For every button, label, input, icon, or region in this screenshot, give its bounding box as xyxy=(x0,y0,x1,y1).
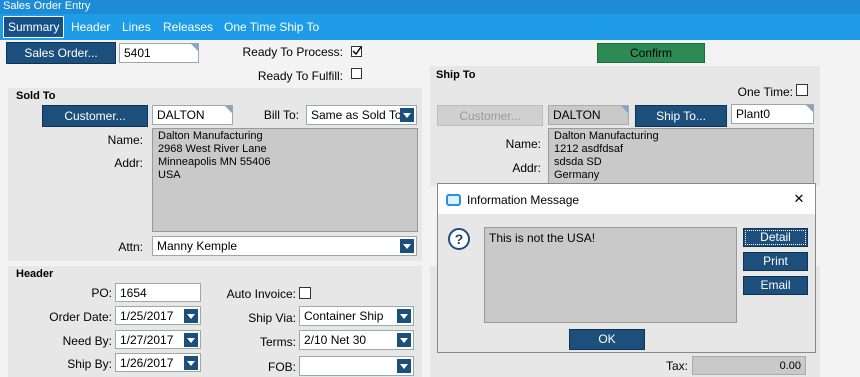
terms-select[interactable]: 2/10 Net 30 xyxy=(299,330,414,350)
ready-to-process-label: Ready To Process: xyxy=(242,45,344,59)
attn-select[interactable]: Manny Kemple xyxy=(152,236,417,256)
chevron-down-icon xyxy=(400,108,414,122)
ship-by-label: Ship By: xyxy=(67,357,112,371)
need-by-value: 1/27/2017 xyxy=(120,333,174,347)
po-label: PO: xyxy=(91,286,112,300)
ship-to-customer-button[interactable]: Customer... xyxy=(437,105,543,126)
ready-to-fulfill-label: Ready To Fulfill: xyxy=(257,69,343,83)
dialog-message: This is not the USA! xyxy=(484,227,737,323)
close-icon[interactable]: ✕ xyxy=(790,189,808,209)
attn-value: Manny Kemple xyxy=(157,239,238,253)
tab-releases[interactable]: Releases xyxy=(163,17,213,38)
ship-via-label: Ship Via: xyxy=(248,311,296,325)
dialog-title: Information Message xyxy=(467,193,580,207)
chevron-down-icon xyxy=(184,356,198,370)
po-input[interactable]: 1654 xyxy=(115,283,201,302)
detail-button[interactable]: Detail xyxy=(743,228,808,247)
need-by-select[interactable]: 1/27/2017 xyxy=(115,330,201,349)
information-dialog: Information Message ✕ ? This is not the … xyxy=(437,183,816,353)
checkmark-icon xyxy=(352,46,362,56)
auto-invoice-label: Auto Invoice: xyxy=(226,287,296,301)
bill-to-select[interactable]: Same as Sold To xyxy=(306,105,417,125)
sold-to-address-text[interactable]: Dalton Manufacturing 2968 West River Lan… xyxy=(152,128,418,232)
ship-to-address-text[interactable]: Dalton Manufacturing 1212 asdfdsaf sdsda… xyxy=(548,128,814,184)
sales-order-button[interactable]: Sales Order... xyxy=(6,42,116,64)
bill-to-label: Bill To: xyxy=(263,108,299,122)
print-button[interactable]: Print xyxy=(743,252,808,271)
question-icon: ? xyxy=(448,228,470,250)
ready-to-process-checkbox[interactable] xyxy=(351,46,362,57)
sales-order-input[interactable]: 5401 xyxy=(119,43,199,63)
ok-button[interactable]: OK xyxy=(569,329,645,350)
sold-to-addr-label: Addr: xyxy=(114,156,143,170)
attn-label: Attn: xyxy=(118,240,143,254)
terms-value: 2/10 Net 30 xyxy=(304,333,367,347)
ship-by-value: 1/26/2017 xyxy=(120,356,174,370)
order-date-label: Order Date: xyxy=(49,310,112,324)
confirm-button[interactable]: Confirm xyxy=(597,43,705,63)
sold-to-name-label: Name: xyxy=(107,133,143,147)
chevron-down-icon xyxy=(397,309,411,323)
chevron-down-icon xyxy=(397,359,411,373)
ship-to-addr-label: Addr: xyxy=(512,161,541,175)
tax-value: 0.00 xyxy=(692,356,806,375)
ship-via-value: Container Ship xyxy=(304,309,384,323)
email-button[interactable]: Email xyxy=(743,276,808,295)
tab-bar: Summary Header Lines Releases One Time S… xyxy=(0,14,860,40)
chevron-down-icon xyxy=(184,333,198,347)
window-title: Sales Order Entry xyxy=(0,0,860,14)
ship-by-select[interactable]: 1/26/2017 xyxy=(115,353,201,372)
header-title: Header xyxy=(16,268,54,280)
app-icon xyxy=(446,194,461,206)
tab-summary[interactable]: Summary xyxy=(3,16,65,38)
tax-label: Tax: xyxy=(665,359,688,373)
sold-to-title: Sold To xyxy=(16,90,56,102)
ship-to-customer-input[interactable]: DALTON xyxy=(548,105,629,125)
order-date-select[interactable]: 1/25/2017 xyxy=(115,306,201,325)
ready-to-fulfill-checkbox[interactable] xyxy=(351,68,362,79)
fob-label: FOB: xyxy=(267,360,296,374)
one-time-label: One Time: xyxy=(737,85,793,99)
tab-one-time-ship-to[interactable]: One Time Ship To xyxy=(224,17,319,38)
tab-lines[interactable]: Lines xyxy=(122,17,151,38)
need-by-label: Need By: xyxy=(62,334,112,348)
order-date-value: 1/25/2017 xyxy=(120,309,174,323)
sold-to-customer-button[interactable]: Customer... xyxy=(42,105,148,127)
chevron-down-icon xyxy=(400,239,414,253)
ship-via-select[interactable]: Container Ship xyxy=(299,306,414,326)
fob-select[interactable] xyxy=(299,356,414,376)
ship-to-input[interactable]: Plant0 xyxy=(731,104,814,124)
chevron-down-icon xyxy=(184,309,198,323)
tab-header[interactable]: Header xyxy=(71,17,110,38)
ship-to-title: Ship To xyxy=(436,69,476,81)
bill-to-value: Same as Sold To xyxy=(311,108,402,122)
auto-invoice-checkbox[interactable] xyxy=(299,287,311,299)
terms-label: Terms: xyxy=(260,335,296,349)
sold-to-customer-input[interactable]: DALTON xyxy=(152,105,233,125)
chevron-down-icon xyxy=(397,333,411,347)
one-time-checkbox[interactable] xyxy=(796,84,808,96)
ship-to-button[interactable]: Ship To... xyxy=(635,105,727,127)
ship-to-name-label: Name: xyxy=(505,137,541,151)
